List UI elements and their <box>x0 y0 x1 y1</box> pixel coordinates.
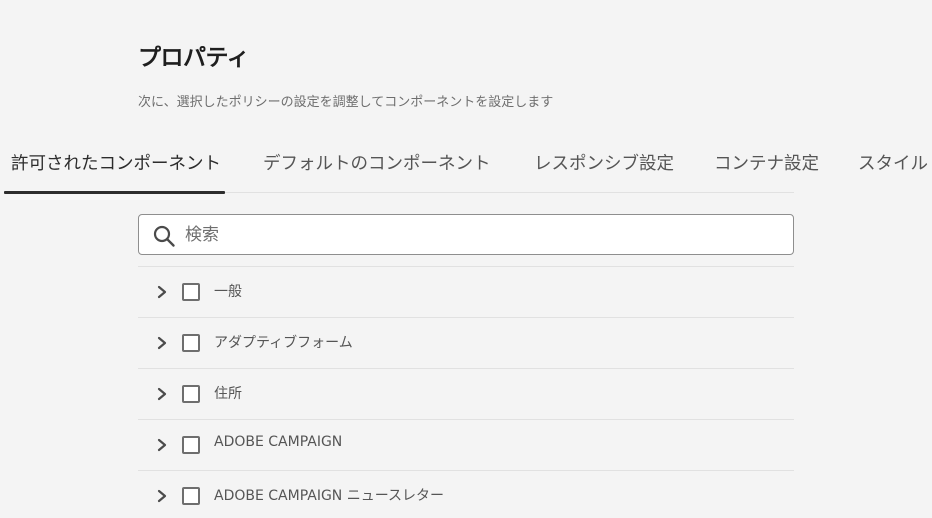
chevron-right-icon[interactable] <box>154 487 170 505</box>
component-group-row: アダプティブフォーム <box>138 317 794 368</box>
component-group-row: 一般 <box>138 266 794 317</box>
search-field[interactable] <box>138 214 794 255</box>
chevron-right-icon[interactable] <box>154 385 170 403</box>
component-group-row: ADOBE CAMPAIGN ニュースレター <box>138 470 794 518</box>
group-label: 住所 <box>214 386 242 402</box>
tab-default-components[interactable]: デフォルトのコンポーネント <box>263 140 491 192</box>
tab-allowed-components[interactable]: 許可されたコンポーネント <box>11 140 221 192</box>
properties-page: プロパティ 次に、選択したポリシーの設定を調整してコンポーネントを設定します 許… <box>0 0 932 518</box>
chevron-right-icon[interactable] <box>154 283 170 301</box>
component-group-row: ADOBE CAMPAIGN <box>138 419 794 470</box>
chevron-right-icon[interactable] <box>154 334 170 352</box>
page-title: プロパティ <box>138 45 250 71</box>
page-subtitle: 次に、選択したポリシーの設定を調整してコンポーネントを設定します <box>138 95 554 110</box>
search-input[interactable] <box>185 220 775 250</box>
component-group-row: 住所 <box>138 368 794 419</box>
tab-container-settings[interactable]: コンテナ設定 <box>714 140 819 192</box>
tab-responsive-settings[interactable]: レスポンシブ設定 <box>534 140 674 192</box>
group-label: ADOBE CAMPAIGN ニュースレター <box>214 488 445 504</box>
tab-styles[interactable]: スタイル <box>858 140 928 192</box>
group-checkbox[interactable] <box>182 487 200 505</box>
tab-bar: 許可されたコンポーネント デフォルトのコンポーネント レスポンシブ設定 コンテナ… <box>0 140 932 194</box>
group-checkbox[interactable] <box>182 436 200 454</box>
component-group-list: 一般 アダプティブフォーム 住所 ADOBE CAMPAIGN ADOBE CA… <box>138 266 794 518</box>
search-icon <box>153 225 175 247</box>
group-label: ADOBE CAMPAIGN <box>214 434 343 450</box>
group-label: 一般 <box>214 284 242 300</box>
group-label: アダプティブフォーム <box>214 335 353 351</box>
group-checkbox[interactable] <box>182 334 200 352</box>
group-checkbox[interactable] <box>182 385 200 403</box>
group-checkbox[interactable] <box>182 283 200 301</box>
active-tab-indicator <box>4 191 225 194</box>
chevron-right-icon[interactable] <box>154 436 170 454</box>
